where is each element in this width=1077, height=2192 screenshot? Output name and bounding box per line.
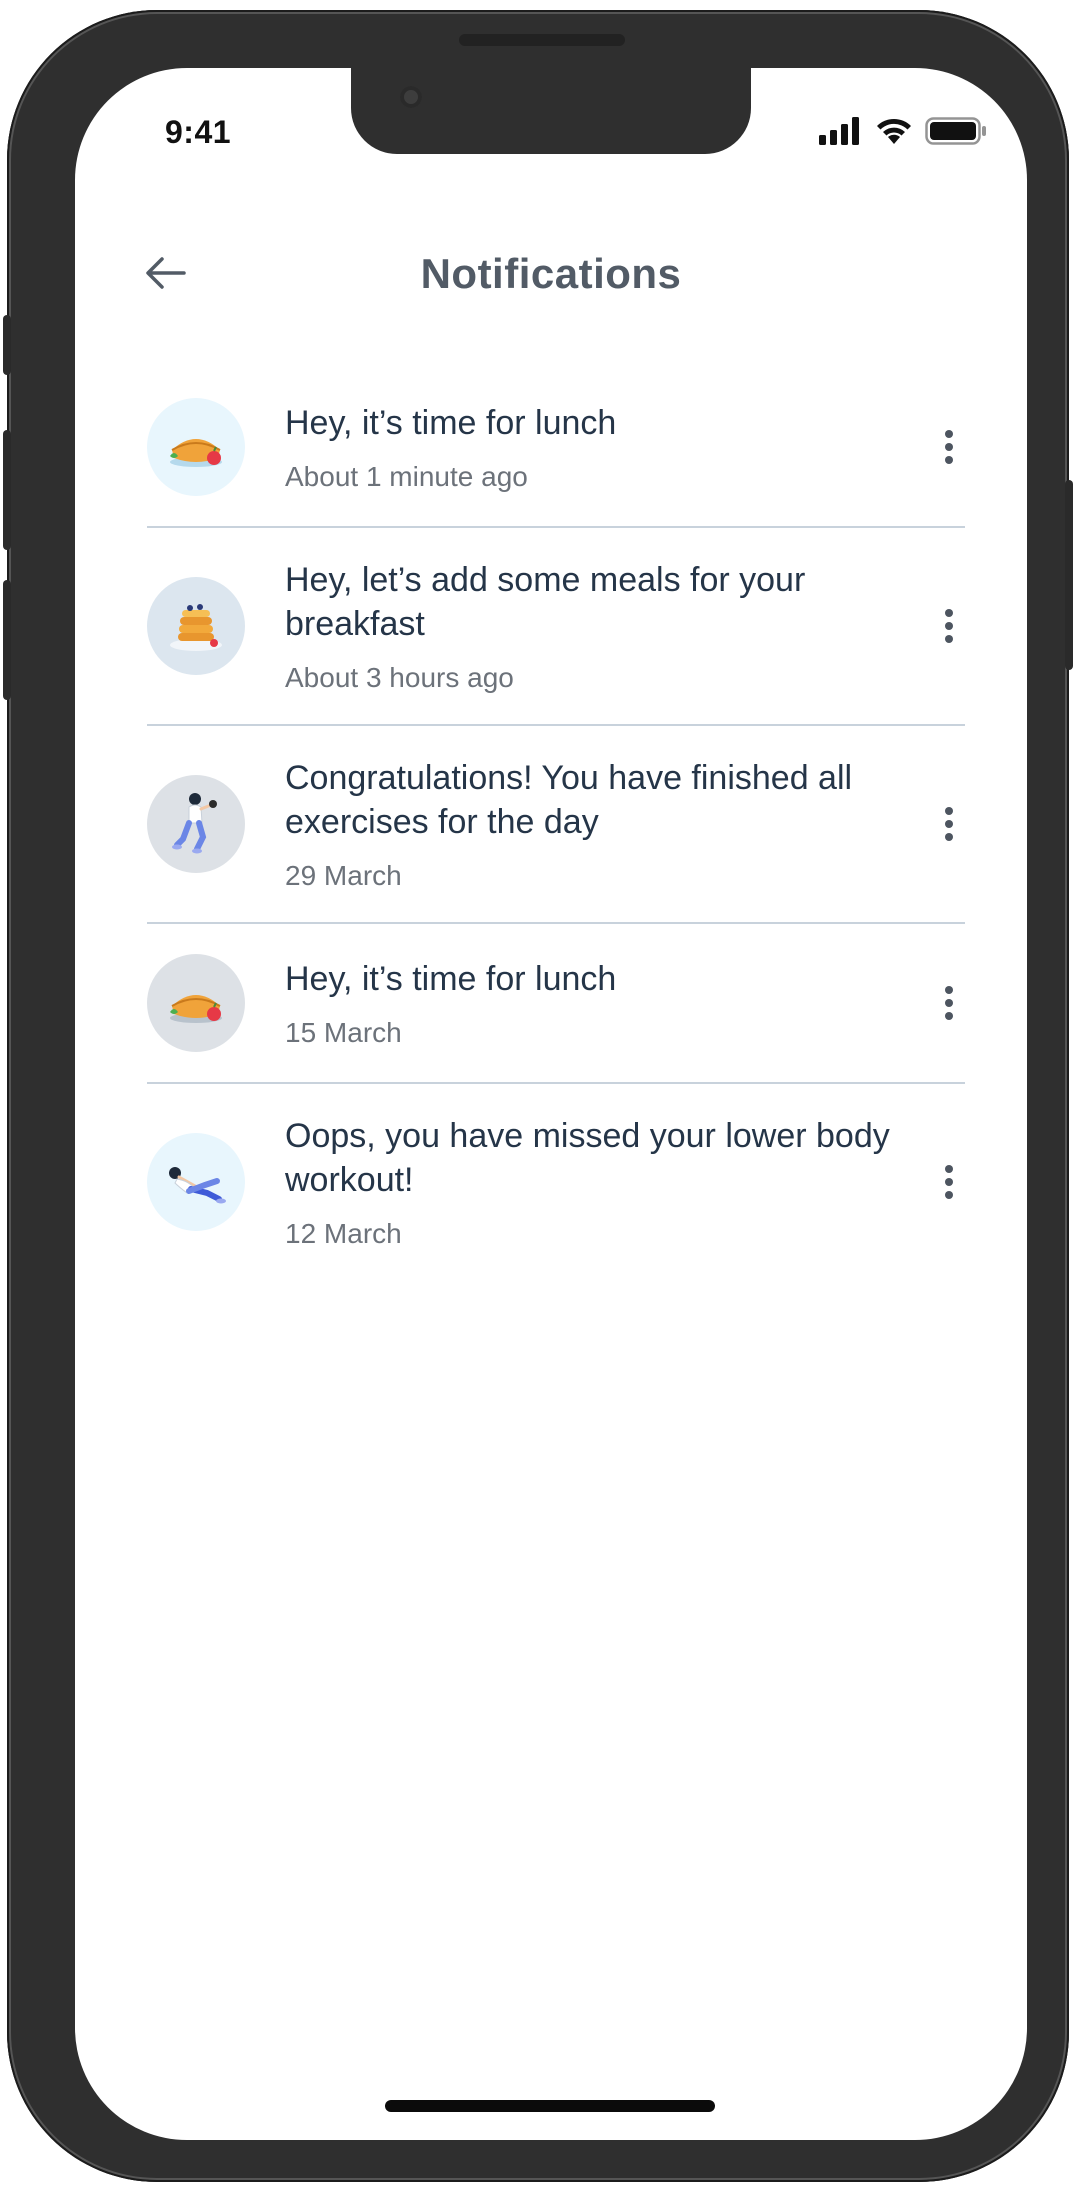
notch xyxy=(351,68,751,154)
phone-frame: 9:41 Notifications Hey, it’s time for lu… xyxy=(3,10,1073,2182)
power-button xyxy=(1065,480,1073,670)
notification-item[interactable]: Oops, you have missed your lower body wo… xyxy=(147,1084,965,1280)
more-vertical-icon-dot xyxy=(945,999,953,1007)
notification-title: Hey, it’s time for lunch xyxy=(285,404,617,442)
more-vertical-icon-dot xyxy=(945,1191,953,1199)
notification-title: Hey, let’s add some meals for your break… xyxy=(285,561,806,643)
notification-title: Hey, it’s time for lunch xyxy=(285,960,617,998)
notification-time: About 1 minute ago xyxy=(285,461,528,492)
wifi-icon xyxy=(877,118,911,144)
more-vertical-icon-dot xyxy=(945,443,953,451)
status-time: 9:41 xyxy=(165,114,232,150)
nav-bar: Notifications xyxy=(75,228,1027,318)
screen: 9:41 Notifications Hey, it’s time for lu… xyxy=(75,68,1027,2140)
notification-item[interactable]: Hey, it’s time for lunch 15 March xyxy=(147,924,965,1084)
status-icons xyxy=(819,116,987,146)
more-vertical-icon-dot xyxy=(945,1012,953,1020)
more-vertical-icon-dot xyxy=(945,833,953,841)
more-vertical-icon-dot xyxy=(945,430,953,438)
notification-text: Hey, it’s time for lunch 15 March xyxy=(285,957,965,1049)
notification-item[interactable]: Hey, let’s add some meals for your break… xyxy=(147,528,965,726)
more-vertical-icon-dot xyxy=(945,622,953,630)
mute-switch xyxy=(3,315,11,375)
notification-time: 12 March xyxy=(285,1218,402,1249)
workout-person-icon xyxy=(147,1133,245,1231)
notification-text: Oops, you have missed your lower body wo… xyxy=(285,1114,965,1250)
signal-icon xyxy=(819,117,859,145)
more-vertical-icon-dot xyxy=(945,456,953,464)
more-vertical-icon-dot xyxy=(945,807,953,815)
notification-time: 15 March xyxy=(285,1017,402,1048)
woman-exercise-icon xyxy=(147,775,245,873)
volume-down-button xyxy=(3,580,11,700)
notification-title: Oops, you have missed your lower body wo… xyxy=(285,1117,890,1199)
more-vertical-icon-dot xyxy=(945,1165,953,1173)
more-options-button[interactable] xyxy=(935,603,963,649)
more-vertical-icon-dot xyxy=(945,986,953,994)
volume-up-button xyxy=(3,430,11,550)
more-vertical-icon-dot xyxy=(945,820,953,828)
notification-item[interactable]: Congratulations! You have finished all e… xyxy=(147,726,965,924)
home-indicator[interactable] xyxy=(385,2100,715,2112)
pie-meal-icon xyxy=(147,398,245,496)
notification-text: Hey, let’s add some meals for your break… xyxy=(285,558,965,694)
notification-list: Hey, it’s time for lunch About 1 minute … xyxy=(147,368,965,1280)
pie-meal-icon xyxy=(147,954,245,1052)
more-vertical-icon-dot xyxy=(945,635,953,643)
more-options-button[interactable] xyxy=(935,424,963,470)
notification-title: Congratulations! You have finished all e… xyxy=(285,759,853,841)
notification-item[interactable]: Hey, it’s time for lunch About 1 minute … xyxy=(147,368,965,528)
more-options-button[interactable] xyxy=(935,1159,963,1205)
battery-icon xyxy=(925,117,986,145)
notification-text: Hey, it’s time for lunch About 1 minute … xyxy=(285,401,965,493)
more-options-button[interactable] xyxy=(935,801,963,847)
more-vertical-icon-dot xyxy=(945,1178,953,1186)
notification-text: Congratulations! You have finished all e… xyxy=(285,756,965,892)
notification-time: About 3 hours ago xyxy=(285,662,514,693)
more-options-button[interactable] xyxy=(935,980,963,1026)
more-vertical-icon-dot xyxy=(945,609,953,617)
notification-time: 29 March xyxy=(285,860,402,891)
pancakes-icon xyxy=(147,577,245,675)
camera xyxy=(400,86,422,108)
page-title: Notifications xyxy=(420,250,682,297)
speaker-grille xyxy=(459,34,625,46)
